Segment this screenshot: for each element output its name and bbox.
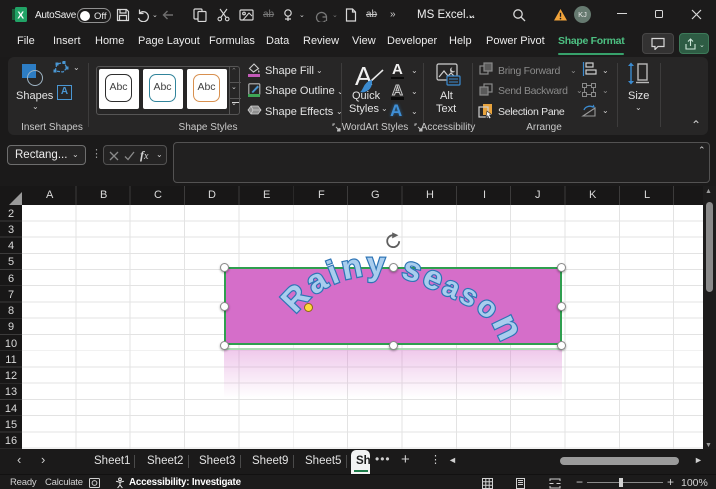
svg-text:Rainy season: Rainy season [273,246,532,349]
svg-text:X: X [17,11,24,22]
